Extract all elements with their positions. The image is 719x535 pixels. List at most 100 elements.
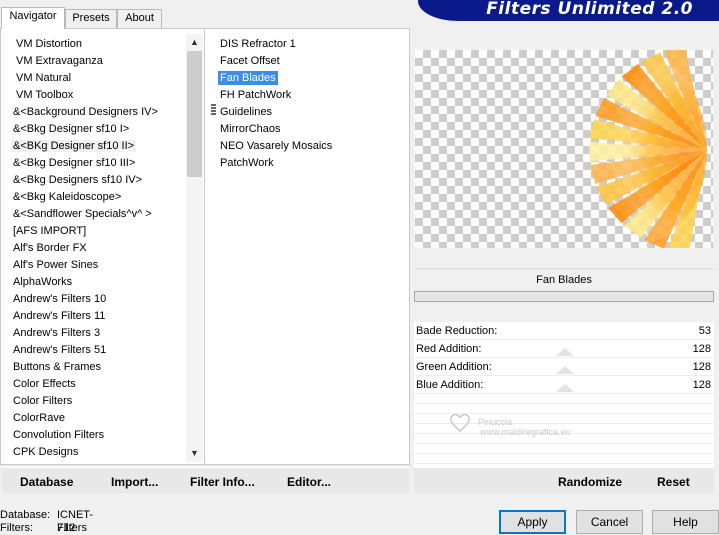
fan-blades-preview-icon bbox=[583, 50, 707, 248]
filter-item[interactable]: DIS Refractor 1 bbox=[219, 36, 334, 53]
help-button[interactable]: Help bbox=[652, 510, 719, 534]
category-list-panel: VM Distortion VM Extravaganza VM Natural VM… bbox=[0, 28, 205, 465]
cancel-button[interactable]: Cancel bbox=[576, 510, 643, 534]
action-bar-left: Database Import... Filter Info... Editor… bbox=[2, 467, 409, 493]
category-item[interactable]: [AFS IMPORT] bbox=[1, 223, 186, 240]
category-item[interactable]: AlphaWorks bbox=[1, 274, 186, 291]
category-label: &<Bkg Designer sf10 I> bbox=[13, 123, 130, 135]
param-value: 128 bbox=[692, 361, 711, 373]
category-label: AlphaWorks bbox=[13, 276, 73, 288]
param-row-empty bbox=[414, 454, 714, 464]
preview-image bbox=[415, 50, 713, 248]
tab-about[interactable]: About bbox=[117, 9, 162, 28]
category-label: &<Background Designers IV> bbox=[13, 106, 158, 118]
category-label: &<Bkg Kaleidoscope> bbox=[13, 191, 122, 203]
status-area: Database: ICNET-Filters Filters: 712 bbox=[0, 509, 120, 535]
filter-label: Guidelines bbox=[220, 106, 272, 118]
category-label: &<Bkg Designer sf10 III> bbox=[13, 157, 136, 169]
category-label: VM Toolbox bbox=[16, 89, 74, 101]
reset-button[interactable]: Reset bbox=[657, 475, 690, 489]
filter-item[interactable]: Guidelines bbox=[219, 104, 334, 121]
param-row[interactable]: Red Addition: 128 bbox=[414, 340, 714, 358]
category-list: VM Distortion VM Extravaganza VM Natural VM… bbox=[1, 36, 186, 461]
app-title: Filters Unlimited 2.0 bbox=[486, 0, 693, 19]
category-item[interactable]: &<Bkg Designer sf10 I> bbox=[1, 121, 186, 138]
filter-item[interactable]: Facet Offset bbox=[219, 53, 334, 70]
category-label: Alf's Border FX bbox=[13, 242, 87, 254]
randomize-button[interactable]: Randomize bbox=[558, 475, 622, 489]
category-item[interactable]: &<Background Designers IV> bbox=[1, 104, 186, 121]
category-item[interactable]: CPK Designs bbox=[1, 444, 186, 461]
slider-knob-icon[interactable] bbox=[556, 384, 574, 392]
category-label: Alf's Power Sines bbox=[13, 259, 99, 271]
category-item[interactable]: Andrew's Filters 51 bbox=[1, 342, 186, 359]
category-scrollbar[interactable]: ▲ ▼ bbox=[186, 34, 203, 462]
category-item[interactable]: &<Bkg Designers sf10 IV> bbox=[1, 172, 186, 189]
apply-button[interactable]: Apply bbox=[499, 510, 566, 534]
separator-marker-icon bbox=[211, 104, 216, 116]
category-item[interactable]: Andrew's Filters 10 bbox=[1, 291, 186, 308]
filter-item[interactable]: FH PatchWork bbox=[219, 87, 334, 104]
category-item[interactable]: VM Natural bbox=[1, 70, 186, 87]
filter-name-label: Fan Blades bbox=[414, 268, 714, 292]
tab-navigator[interactable]: Navigator bbox=[1, 7, 65, 29]
category-item[interactable]: ColorRave bbox=[1, 410, 186, 427]
category-item[interactable]: &<Sandflower Specials^v^ > bbox=[1, 206, 186, 223]
filter-label: FH PatchWork bbox=[220, 89, 292, 101]
param-value: 128 bbox=[692, 343, 711, 355]
category-label: Andrew's Filters 51 bbox=[13, 344, 107, 356]
editor-button[interactable]: Editor... bbox=[287, 475, 331, 489]
tab-presets[interactable]: Presets bbox=[65, 9, 117, 28]
category-label: ColorRave bbox=[13, 412, 65, 424]
category-label: &<Sandflower Specials^v^ > bbox=[13, 208, 152, 220]
progress-bar bbox=[414, 291, 714, 302]
category-item[interactable]: VM Toolbox bbox=[1, 87, 186, 104]
category-item[interactable]: Convolution Filters bbox=[1, 427, 186, 444]
param-row[interactable]: Blue Addition: 128 bbox=[414, 376, 714, 394]
param-row-empty bbox=[414, 444, 714, 454]
slider-knob-icon[interactable] bbox=[556, 366, 574, 374]
category-item[interactable]: Alf's Border FX bbox=[1, 240, 186, 257]
scrollbar-thumb[interactable] bbox=[187, 51, 202, 177]
heart-icon bbox=[449, 413, 471, 432]
parameter-list: Bade Reduction: 53 Red Addition: 128 Gre… bbox=[414, 322, 714, 474]
category-label: &<Bkg Designers sf10 IV> bbox=[13, 174, 143, 186]
filter-item[interactable]: NEO Vasarely Mosaics bbox=[219, 138, 334, 155]
filter-item[interactable]: MirrorChaos bbox=[219, 121, 334, 138]
category-item[interactable]: &<Bkg Kaleidoscope> bbox=[1, 189, 186, 206]
scroll-up-icon[interactable]: ▲ bbox=[186, 34, 203, 51]
filter-item[interactable]: Fan Blades bbox=[218, 70, 334, 87]
category-label: Color Filters bbox=[13, 395, 73, 407]
filter-info-button[interactable]: Filter Info... bbox=[190, 475, 255, 489]
category-item[interactable]: VM Distortion bbox=[1, 36, 186, 53]
category-item[interactable]: Andrew's Filters 11 bbox=[1, 308, 186, 325]
category-label: Color Effects bbox=[13, 378, 76, 390]
import-button[interactable]: Import... bbox=[111, 475, 158, 489]
slider-knob-icon[interactable] bbox=[556, 348, 574, 356]
category-label: VM Natural bbox=[16, 72, 72, 84]
category-label: VM Extravaganza bbox=[16, 55, 103, 67]
filter-label: DIS Refractor 1 bbox=[220, 38, 296, 50]
filter-list-panel: DIS Refractor 1 Facet Offset Fan Blades FH … bbox=[205, 28, 410, 465]
category-item[interactable]: Color Filters bbox=[1, 393, 186, 410]
param-value: 128 bbox=[692, 379, 711, 391]
param-name: Green Addition: bbox=[416, 361, 492, 373]
filter-item[interactable]: PatchWork bbox=[219, 155, 334, 172]
category-item[interactable]: &<BKg Designer sf10 II> bbox=[1, 138, 186, 155]
param-name: Red Addition: bbox=[416, 343, 482, 355]
watermark-line-2: www.maldiregrafica.eu bbox=[480, 427, 571, 437]
category-item[interactable]: Buttons & Frames bbox=[1, 359, 186, 376]
param-row[interactable]: Green Addition: 128 bbox=[414, 358, 714, 376]
category-item[interactable]: VM Extravaganza bbox=[1, 53, 186, 70]
filters-count-label: Filters: bbox=[0, 522, 33, 534]
category-label: Convolution Filters bbox=[13, 429, 105, 441]
category-item[interactable]: Andrew's Filters 3 bbox=[1, 325, 186, 342]
category-item[interactable]: &<Bkg Designer sf10 III> bbox=[1, 155, 186, 172]
category-item[interactable]: Color Effects bbox=[1, 376, 186, 393]
filter-label: NEO Vasarely Mosaics bbox=[220, 140, 333, 152]
database-button[interactable]: Database bbox=[20, 475, 73, 489]
category-label: Andrew's Filters 3 bbox=[13, 327, 101, 339]
category-item[interactable]: Alf's Power Sines bbox=[1, 257, 186, 274]
param-row[interactable]: Bade Reduction: 53 bbox=[414, 322, 714, 340]
scroll-down-icon[interactable]: ▼ bbox=[186, 445, 203, 462]
